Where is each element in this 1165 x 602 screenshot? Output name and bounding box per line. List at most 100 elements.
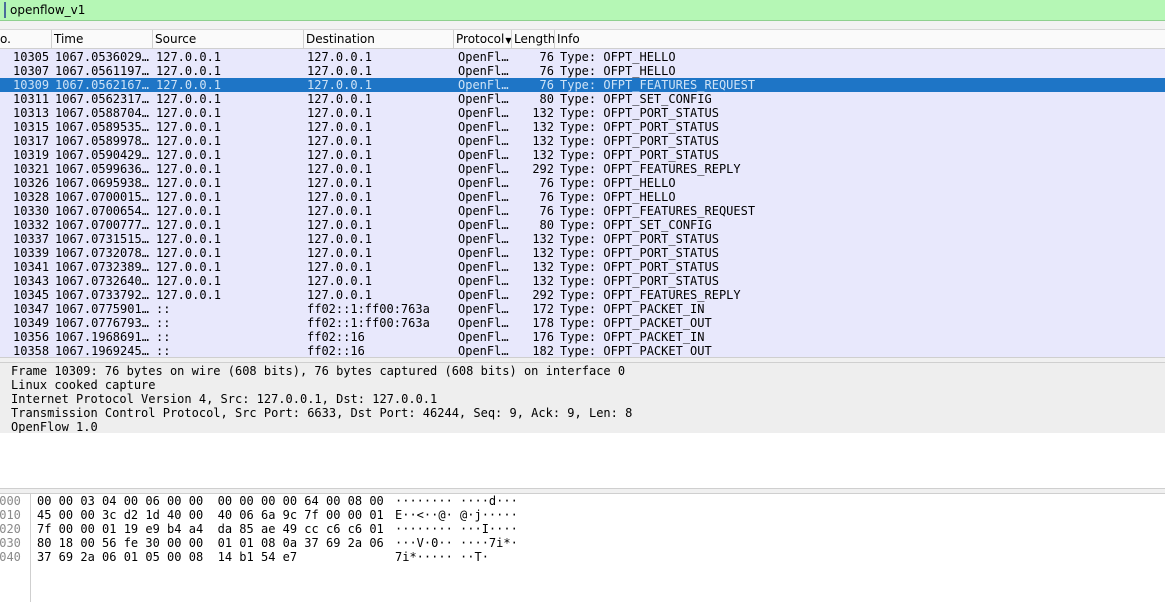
column-header-label: Destination (306, 32, 375, 46)
packet-length: 132 (532, 106, 554, 120)
packet-details-pane[interactable]: Frame 10309: 76 bytes on wire (608 bits)… (0, 363, 1165, 434)
column-header-destination[interactable]: Destination (304, 30, 454, 48)
packet-row[interactable]: 10313 1067.0588704… 127.0.0.1 127.0.0.1 Open… (0, 106, 1165, 120)
packet-row[interactable]: 10343 1067.0732640… 127.0.0.1 127.0.0.1 Open… (0, 274, 1165, 288)
packet-protocol: OpenFl… (458, 274, 509, 288)
hex-bytes: 37 69 2a 06 01 05 00 08 14 b1 54 e7 (37, 550, 298, 564)
packet-destination: 127.0.0.1 (307, 274, 373, 288)
packet-source: 127.0.0.1 (156, 176, 222, 190)
column-header-source[interactable]: Source (153, 30, 304, 48)
packet-no: 10328 (13, 190, 50, 204)
packet-no: 10347 (13, 302, 50, 316)
packet-time: 1067.0733792… (55, 288, 149, 302)
packet-length: 132 (532, 274, 554, 288)
bookmark-icon[interactable] (0, 2, 6, 18)
packet-row[interactable]: 10321 1067.0599636… 127.0.0.1 127.0.0.1 Open… (0, 162, 1165, 176)
packet-info: Type: OFPT_PORT_STATUS (560, 120, 719, 134)
detail-tree-item[interactable]: Internet Protocol Version 4, Src: 127.0.… (11, 392, 437, 406)
packet-row[interactable]: 10356 1067.1968691…:: ff02::16 OpenFl… 176 Ty… (0, 330, 1165, 344)
packet-row[interactable]: 10337 1067.0731515… 127.0.0.1 127.0.0.1 Open… (0, 232, 1165, 246)
packet-row[interactable]: 10326 1067.0695938… 127.0.0.1 127.0.0.1 Open… (0, 176, 1165, 190)
packet-row[interactable]: 10339 1067.0732078… 127.0.0.1 127.0.0.1 Open… (0, 246, 1165, 260)
packet-row[interactable]: 10307 1067.0561197… 127.0.0.1 127.0.0.1 Open… (0, 64, 1165, 78)
packet-no: 10358 (13, 344, 50, 357)
packet-source: 127.0.0.1 (156, 204, 222, 218)
packet-row[interactable]: 10341 1067.0732389… 127.0.0.1 127.0.0.1 Open… (0, 260, 1165, 274)
packet-row[interactable]: 10349 1067.0776793…:: ff02::1:ff00:763a Ope… (0, 316, 1165, 330)
hex-ascii: 7i*····· ··T· (395, 550, 489, 564)
packet-info: Type: OFPT_HELLO (560, 176, 676, 190)
packet-destination: 127.0.0.1 (307, 78, 373, 92)
packet-row[interactable]: 10311 1067.0562317… 127.0.0.1 127.0.0.1 Open… (0, 92, 1165, 106)
packet-time: 1067.0732078… (55, 246, 149, 260)
packet-destination: 127.0.0.1 (307, 246, 373, 260)
packet-destination: 127.0.0.1 (307, 176, 373, 190)
packet-info: Type: OFPT_FEATURES_REQUEST (560, 204, 756, 218)
packet-row[interactable]: 10347 1067.0775901…:: ff02::1:ff00:763a Ope… (0, 302, 1165, 316)
packet-length: 172 (532, 302, 554, 316)
packet-protocol: OpenFl… (458, 288, 509, 302)
hex-ascii: E··<··@· @·j····· (395, 508, 518, 522)
packet-destination: 127.0.0.1 (307, 134, 373, 148)
hex-ascii: ········ ····d··· (395, 494, 518, 508)
packet-source: 127.0.0.1 (156, 218, 222, 232)
packet-length: 178 (532, 316, 554, 330)
packet-bytes-pane[interactable]: 0000 00 00 03 04 00 06 00 00 00 00 00 00 … (0, 494, 1165, 602)
column-header-info[interactable]: Info (555, 30, 1165, 48)
packet-time: 1067.0700777… (55, 218, 149, 232)
packet-row[interactable]: 10330 1067.0700654… 127.0.0.1 127.0.0.1 Open… (0, 204, 1165, 218)
packet-row[interactable]: 10317 1067.0589978… 127.0.0.1 127.0.0.1 Open… (0, 134, 1165, 148)
packet-source: :: (156, 344, 171, 357)
packet-list[interactable]: 10305 1067.0536029… 127.0.0.1 127.0.0.1 Open… (0, 49, 1165, 357)
packet-row[interactable]: 10328 1067.0700015… 127.0.0.1 127.0.0.1 Open… (0, 190, 1165, 204)
packet-length: 292 (532, 288, 554, 302)
packet-protocol: OpenFl… (458, 92, 509, 106)
packet-row[interactable]: 10319 1067.0590429… 127.0.0.1 127.0.0.1 Open… (0, 148, 1165, 162)
column-header-length[interactable]: Length (512, 30, 555, 48)
packet-no: 10321 (13, 162, 50, 176)
packet-time: 1067.0732389… (55, 260, 149, 274)
packet-length: 132 (532, 246, 554, 260)
packet-source: 127.0.0.1 (156, 190, 222, 204)
packet-length: 76 (539, 204, 554, 218)
packet-time: 1067.0562167… (55, 78, 149, 92)
packet-row-selected[interactable]: 10309 1067.0562167… 127.0.0.1 127.0.0.1 Open… (0, 78, 1165, 92)
packet-row[interactable]: 10358 1067.1969245…:: ff02::16 OpenFl… 182 Ty… (0, 344, 1165, 357)
packet-time: 1067.0562317… (55, 92, 149, 106)
packet-protocol: OpenFl… (458, 316, 509, 330)
packet-length: 132 (532, 260, 554, 274)
packet-length: 76 (539, 64, 554, 78)
packet-row[interactable]: 10332 1067.0700777… 127.0.0.1 127.0.0.1 Open… (0, 218, 1165, 232)
packet-protocol: OpenFl… (458, 162, 509, 176)
detail-tree-item[interactable]: Frame 10309: 76 bytes on wire (608 bits)… (11, 364, 625, 378)
detail-tree-item[interactable]: OpenFlow 1.0 (11, 420, 98, 434)
packet-destination: 127.0.0.1 (307, 106, 373, 120)
packet-protocol: OpenFl… (458, 176, 509, 190)
packet-protocol: OpenFl… (458, 330, 509, 344)
packet-info: Type: OFPT_PORT_STATUS (560, 274, 719, 288)
packet-length: 132 (532, 134, 554, 148)
detail-tree-item[interactable]: Linux cooked capture (11, 378, 156, 392)
packet-length: 132 (532, 148, 554, 162)
column-header-protocol[interactable]: Protocol▼ (454, 30, 512, 48)
packet-no: 10305 (13, 50, 50, 64)
hex-offset: 0030 (0, 536, 21, 550)
packet-info: Type: OFPT_PACKET_OUT (560, 316, 712, 330)
packet-row[interactable]: 10305 1067.0536029… 127.0.0.1 127.0.0.1 Open… (0, 50, 1165, 64)
detail-tree-item[interactable]: Transmission Control Protocol, Src Port:… (11, 406, 632, 420)
packet-destination: 127.0.0.1 (307, 92, 373, 106)
column-header-no[interactable]: o. (0, 30, 52, 48)
packet-time: 1067.0700654… (55, 204, 149, 218)
column-header-time[interactable]: Time (52, 30, 153, 48)
hex-offset: 0020 (0, 522, 21, 536)
packet-no: 10343 (13, 274, 50, 288)
packet-no: 10326 (13, 176, 50, 190)
packet-time: 1067.1968691… (55, 330, 149, 344)
packet-row[interactable]: 10345 1067.0733792… 127.0.0.1 127.0.0.1 Open… (0, 288, 1165, 302)
packet-row[interactable]: 10315 1067.0589535… 127.0.0.1 127.0.0.1 Open… (0, 120, 1165, 134)
packet-source: 127.0.0.1 (156, 78, 222, 92)
display-filter-input[interactable] (10, 1, 1160, 19)
packet-protocol: OpenFl… (458, 344, 509, 357)
packet-info: Type: OFPT_HELLO (560, 50, 676, 64)
column-header-label: Source (155, 32, 197, 46)
